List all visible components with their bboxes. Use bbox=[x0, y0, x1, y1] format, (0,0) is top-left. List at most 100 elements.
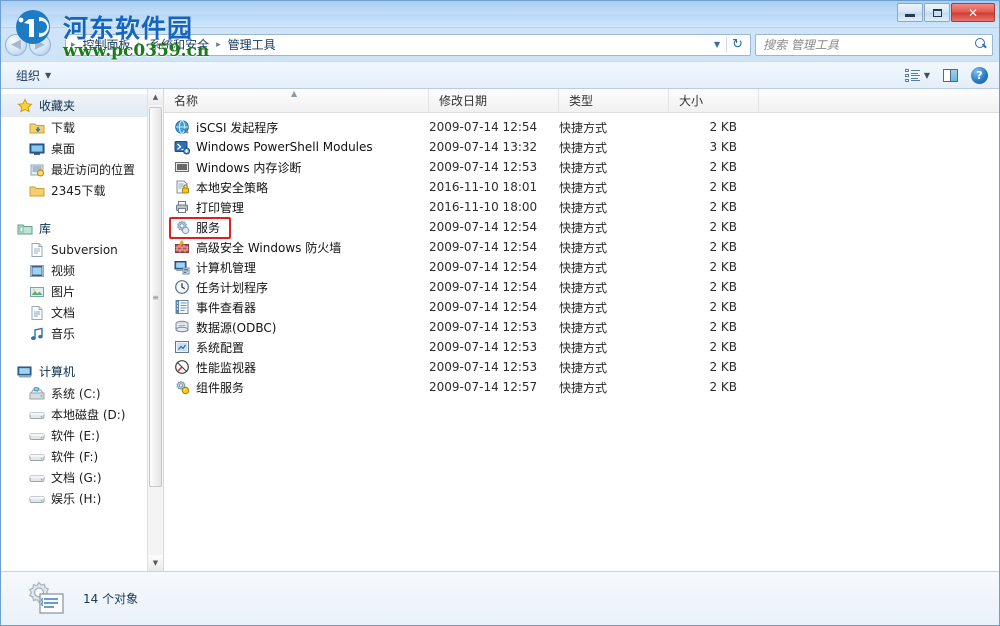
table-row[interactable]: 本地安全策略 2016-11-10 18:01 快捷方式 2 KB bbox=[164, 177, 999, 197]
msconfig-icon bbox=[174, 339, 190, 355]
file-size-cell: 2 KB bbox=[669, 340, 759, 354]
table-row[interactable]: 事件查看器 2009-07-14 12:54 快捷方式 2 KB bbox=[164, 297, 999, 317]
close-button[interactable]: ✕ bbox=[951, 3, 995, 22]
file-name-label: 高级安全 Windows 防火墙 bbox=[196, 239, 341, 256]
memory-icon bbox=[174, 159, 190, 175]
sidebar-label-desktop: 桌面 bbox=[51, 140, 75, 157]
pictures-icon bbox=[29, 284, 45, 300]
table-row[interactable]: 任务计划程序 2009-07-14 12:54 快捷方式 2 KB bbox=[164, 277, 999, 297]
sidebar-label-computer: 计算机 bbox=[39, 363, 75, 380]
file-size-cell: 2 KB bbox=[669, 120, 759, 134]
sidebar-item-computer[interactable]: 计算机 bbox=[1, 360, 163, 383]
sidebar-item-documents[interactable]: 文档 bbox=[1, 302, 163, 323]
drive-icon bbox=[29, 470, 45, 486]
search-box[interactable]: 搜索 管理工具 bbox=[755, 34, 993, 56]
file-name-label: 服务 bbox=[196, 219, 220, 236]
search-input[interactable]: 搜索 管理工具 bbox=[763, 36, 975, 53]
navigation-scrollbar[interactable]: ▲ ≡ ▼ bbox=[147, 89, 163, 571]
organize-button[interactable]: 组织 ▼ bbox=[9, 64, 58, 87]
file-type-cell: 快捷方式 bbox=[559, 279, 669, 296]
file-name-cell: 性能监视器 bbox=[164, 359, 429, 376]
services-gear-icon bbox=[174, 219, 190, 235]
sidebar-item-libraries[interactable]: 库 bbox=[1, 217, 163, 240]
sidebar-item-recent-places[interactable]: 最近访问的位置 bbox=[1, 159, 163, 180]
sidebar-item-drive-e[interactable]: 软件 (E:) bbox=[1, 425, 163, 446]
address-dropdown-icon[interactable]: ▼ bbox=[708, 40, 726, 49]
downloads-folder-icon bbox=[29, 120, 45, 136]
music-icon bbox=[29, 326, 45, 342]
file-size-cell: 2 KB bbox=[669, 280, 759, 294]
sidebar-label-documents: 文档 bbox=[51, 304, 75, 321]
sidebar-item-downloads[interactable]: 下载 bbox=[1, 117, 163, 138]
help-button[interactable]: ? bbox=[966, 64, 993, 87]
column-label-date: 修改日期 bbox=[439, 92, 487, 109]
file-date-cell: 2009-07-14 12:54 bbox=[429, 120, 559, 134]
sidebar-label-libraries: 库 bbox=[39, 220, 51, 237]
sidebar-item-drive-h[interactable]: 娱乐 (H:) bbox=[1, 488, 163, 509]
powershell-icon bbox=[174, 139, 190, 155]
system-drive-icon bbox=[29, 386, 45, 402]
view-options-button[interactable]: ▼ bbox=[900, 66, 935, 85]
file-name-cell: 本地安全策略 bbox=[164, 179, 429, 196]
breadcrumb-item-system-security[interactable]: 系统和安全 bbox=[144, 34, 214, 55]
file-date-cell: 2009-07-14 12:53 bbox=[429, 360, 559, 374]
table-row[interactable]: Windows 内存诊断 2009-07-14 12:53 快捷方式 2 KB bbox=[164, 157, 999, 177]
table-row[interactable]: 打印管理 2016-11-10 18:00 快捷方式 2 KB bbox=[164, 197, 999, 217]
toolbar-right-group: ▼ ? bbox=[900, 64, 993, 87]
column-header-size[interactable]: 大小 bbox=[669, 89, 759, 112]
sidebar-label-downloads: 下载 bbox=[51, 119, 75, 136]
chevron-down-icon: ▼ bbox=[45, 71, 51, 80]
forward-button[interactable]: ▶ bbox=[29, 34, 51, 56]
table-row[interactable]: 组件服务 2009-07-14 12:57 快捷方式 2 KB bbox=[164, 377, 999, 397]
sidebar-item-videos[interactable]: 视频 bbox=[1, 260, 163, 281]
maximize-button[interactable] bbox=[924, 3, 950, 22]
breadcrumb-item-admin-tools[interactable]: 管理工具 bbox=[223, 34, 281, 55]
table-row[interactable]: 计算机管理 2009-07-14 12:54 快捷方式 2 KB bbox=[164, 257, 999, 277]
drive-icon bbox=[29, 428, 45, 444]
navigation-buttons: ◀ ▶ bbox=[5, 34, 61, 56]
desktop-icon bbox=[29, 141, 45, 157]
sidebar-item-drive-f[interactable]: 软件 (F:) bbox=[1, 446, 163, 467]
nav-group-computer: 计算机 系统 (C:) bbox=[1, 360, 163, 509]
back-button[interactable]: ◀ bbox=[5, 34, 27, 56]
sidebar-item-music[interactable]: 音乐 bbox=[1, 323, 163, 344]
back-arrow-icon: ◀ bbox=[11, 37, 21, 52]
file-name-label: 事件查看器 bbox=[196, 299, 256, 316]
refresh-icon[interactable]: ↻ bbox=[726, 37, 748, 52]
table-row[interactable]: Windows PowerShell Modules 2009-07-14 13… bbox=[164, 137, 999, 157]
scrollbar-thumb[interactable]: ≡ bbox=[149, 107, 162, 487]
table-row[interactable]: iSCSI 发起程序 2009-07-14 12:54 快捷方式 2 KB bbox=[164, 117, 999, 137]
table-row[interactable]: 数据源(ODBC) 2009-07-14 12:53 快捷方式 2 KB bbox=[164, 317, 999, 337]
print-icon bbox=[174, 199, 190, 215]
file-date-cell: 2009-07-14 12:53 bbox=[429, 340, 559, 354]
sidebar-item-drive-g[interactable]: 文档 (G:) bbox=[1, 467, 163, 488]
sidebar-item-favorites[interactable]: 收藏夹 bbox=[1, 94, 163, 117]
view-options-icon bbox=[905, 69, 920, 82]
scroll-up-icon[interactable]: ▲ bbox=[148, 89, 163, 105]
column-header-name[interactable]: ▲ 名称 bbox=[164, 89, 429, 112]
address-bar[interactable]: ▸ 控制面板 ▸ 系统和安全 ▸ 管理工具 ▼ ↻ bbox=[65, 34, 751, 56]
minimize-button[interactable] bbox=[897, 3, 923, 22]
sidebar-item-subversion[interactable]: Subversion bbox=[1, 240, 163, 260]
file-list-pane: ▲ 名称 修改日期 类型 大小 bbox=[164, 89, 999, 571]
column-header-type[interactable]: 类型 bbox=[559, 89, 669, 112]
sidebar-item-desktop[interactable]: 桌面 bbox=[1, 138, 163, 159]
table-row[interactable]: 系统配置 2009-07-14 12:53 快捷方式 2 KB bbox=[164, 337, 999, 357]
file-type-cell: 快捷方式 bbox=[559, 379, 669, 396]
table-row[interactable]: 性能监视器 2009-07-14 12:53 快捷方式 2 KB bbox=[164, 357, 999, 377]
table-row[interactable]: 高级安全 Windows 防火墙 2009-07-14 12:54 快捷方式 2… bbox=[164, 237, 999, 257]
sidebar-item-2345-downloads[interactable]: 2345下载 bbox=[1, 180, 163, 201]
preview-pane-button[interactable] bbox=[938, 66, 963, 85]
column-header-date[interactable]: 修改日期 bbox=[429, 89, 559, 112]
sidebar-item-drive-c[interactable]: 系统 (C:) bbox=[1, 383, 163, 404]
scroll-down-icon[interactable]: ▼ bbox=[148, 555, 163, 571]
table-row-services[interactable]: 服务 2009-07-14 12:54 快捷方式 2 KB bbox=[164, 217, 999, 237]
file-type-cell: 快捷方式 bbox=[559, 319, 669, 336]
file-name-label: 数据源(ODBC) bbox=[196, 319, 276, 336]
file-name-cell: 高级安全 Windows 防火墙 bbox=[164, 239, 429, 256]
sidebar-item-pictures[interactable]: 图片 bbox=[1, 281, 163, 302]
breadcrumb-item-control-panel[interactable]: 控制面板 bbox=[78, 34, 136, 55]
sidebar-item-drive-d[interactable]: 本地磁盘 (D:) bbox=[1, 404, 163, 425]
column-label-type: 类型 bbox=[569, 92, 593, 109]
file-name-cell: iSCSI 发起程序 bbox=[164, 119, 429, 136]
